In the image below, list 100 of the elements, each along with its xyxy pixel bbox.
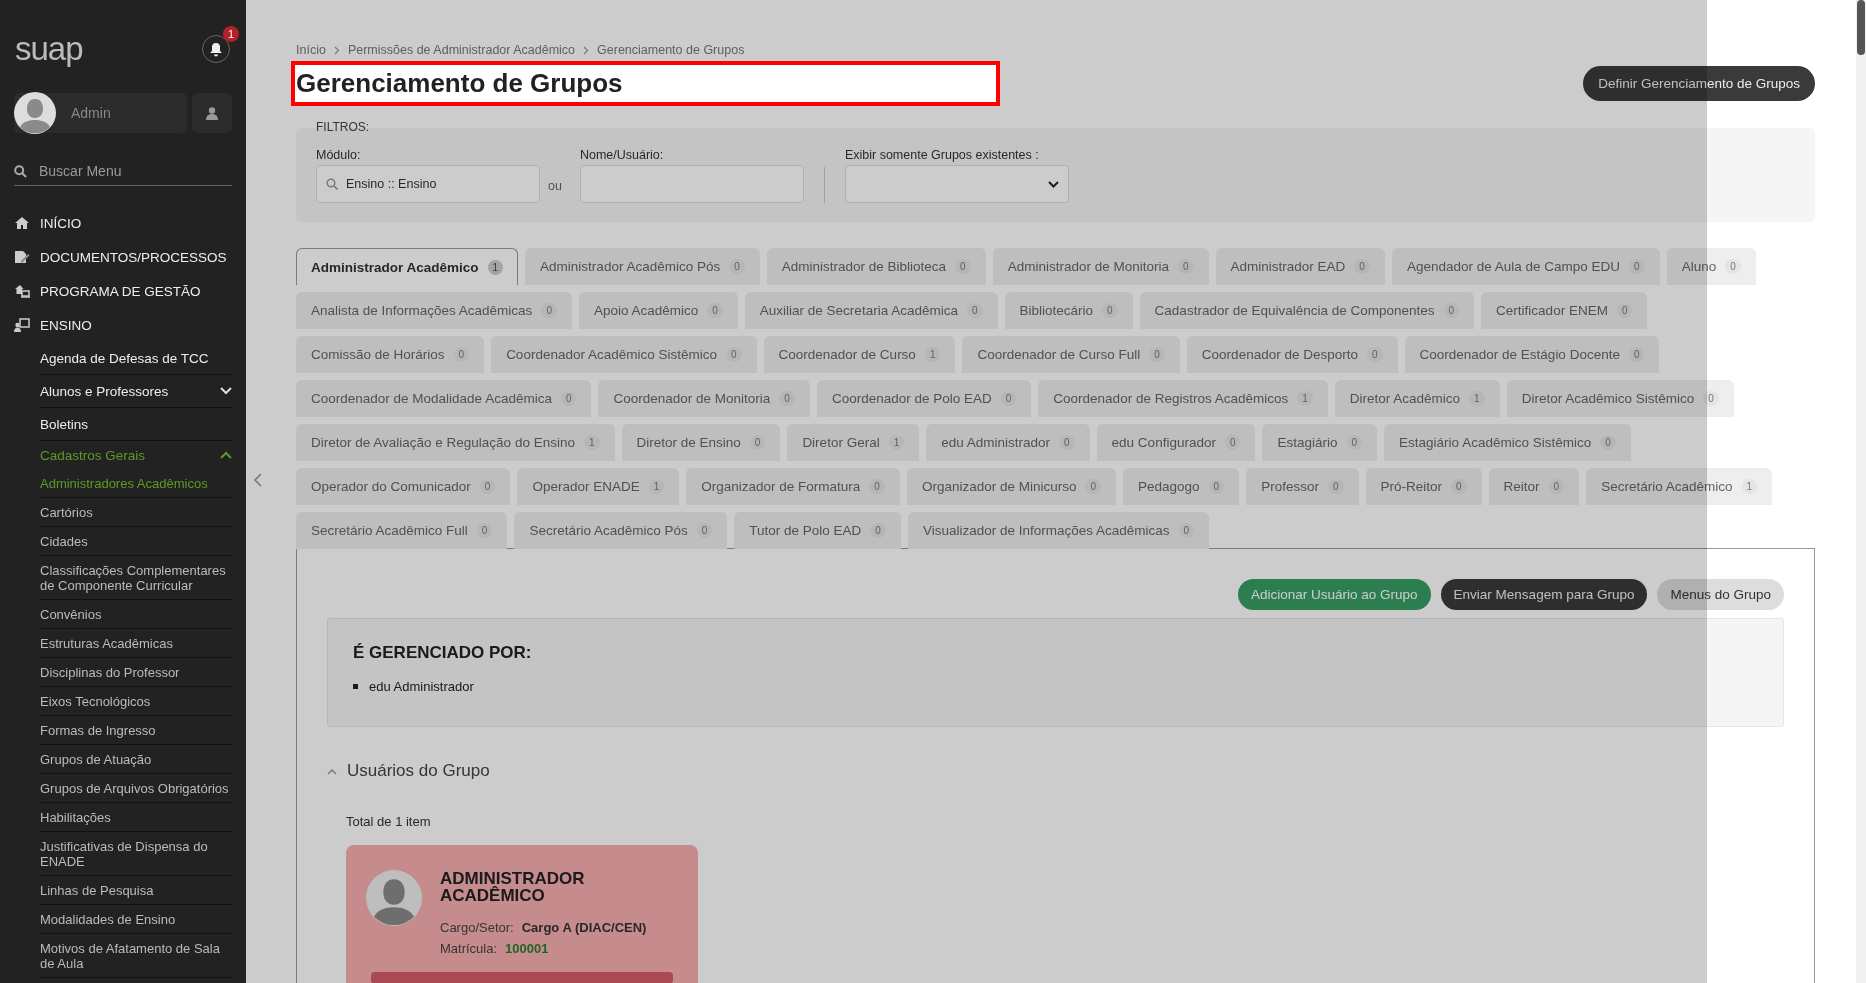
group-tab[interactable]: Diretor Geral 1 [787, 424, 920, 461]
group-tab[interactable]: Administrador Acadêmico Pós 0 [525, 248, 760, 285]
group-tab[interactable]: edu Administrador 0 [926, 424, 1090, 461]
group-tab[interactable]: Administrador EAD 0 [1215, 248, 1385, 285]
group-tab[interactable]: Agendador de Aula de Campo EDU 0 [1391, 248, 1660, 285]
menu-item[interactable]: Habilitações [40, 803, 232, 832]
group-tab[interactable]: Analista de Informações Acadêmicas 0 [296, 292, 572, 329]
group-tab[interactable]: Coordenador de Monitoria 0 [598, 380, 810, 417]
menu-item[interactable]: Cidades [40, 527, 232, 556]
user-link[interactable]: Admin [14, 93, 187, 133]
logo[interactable]: suap [15, 30, 83, 68]
menu-item[interactable]: Eixos Tecnológicos [40, 687, 232, 716]
field-label: Matrícula: [440, 941, 498, 956]
group-tab[interactable]: Estagiário Acadêmico Sistêmico 0 [1384, 424, 1631, 461]
menu-item[interactable]: Justificativas de Dispensa do ENADE [40, 832, 232, 876]
group-tab[interactable]: edu Configurador 0 [1096, 424, 1256, 461]
group-tab[interactable]: Secretário Acadêmico 1 [1586, 468, 1773, 505]
search-field[interactable]: Buscar Menu [39, 163, 219, 179]
field-value: Cargo A (DIAC/CEN) [521, 920, 647, 935]
menu-item[interactable]: Grupos de Atuação [40, 745, 232, 774]
count-badge: 1 [888, 435, 905, 450]
group-tab[interactable]: Secretário Acadêmico Full 0 [296, 512, 508, 549]
menu-item[interactable]: Administradores Acadêmicos [40, 469, 232, 498]
menu-item[interactable]: Classificações Complementares de Componente Curricular [40, 556, 232, 600]
menu-item[interactable]: Modalidades de Ensino [40, 905, 232, 934]
group-tab[interactable]: Pró-Reitor 0 [1365, 468, 1482, 505]
menu-item[interactable]: Disciplinas do Professor [40, 658, 232, 687]
menu-item[interactable]: Motivos de Afatamento de Sala de Aula [40, 934, 232, 978]
count-badge: 1 [487, 259, 504, 275]
or-text: ou [548, 179, 562, 193]
group-tab[interactable]: Bibliotecário 0 [1004, 292, 1133, 329]
group-tab[interactable]: Diretor de Avaliação e Regulação do Ensino 1 [296, 424, 615, 461]
group-tab[interactable]: Administrador de Monitoria 0 [992, 248, 1209, 285]
group-tab[interactable]: Coordenador de Estágio Docente 0 [1404, 336, 1660, 373]
group-tab[interactable]: Reitor 0 [1488, 468, 1580, 505]
group-tab[interactable]: Professor 0 [1246, 468, 1359, 505]
group-action-button[interactable]: Enviar Mensagem para Grupo [1440, 579, 1648, 610]
group-tab[interactable]: Coordenador de Curso Full 0 [962, 336, 1180, 373]
group-tab[interactable]: Aluno 0 [1666, 248, 1756, 285]
group-tab[interactable]: Comissão de Horários 0 [296, 336, 485, 373]
menu-item[interactable]: Boletins [40, 408, 232, 441]
menu-item[interactable]: PROGRAMA DE GESTÃO [14, 274, 232, 308]
menu-item[interactable]: Cadastros Gerais [40, 441, 232, 469]
count-badge: 1 [1741, 479, 1758, 494]
menu-item[interactable]: Convênios [40, 600, 232, 629]
menu-item[interactable]: Cartórios [40, 498, 232, 527]
group-tab[interactable]: Diretor de Ensino 0 [621, 424, 781, 461]
group-tab[interactable]: Coordenador de Registros Acadêmicos 1 [1038, 380, 1328, 417]
menu-item[interactable]: Formas de Ingresso [40, 716, 232, 745]
managed-by-heading: É GERENCIADO POR: [353, 643, 533, 663]
group-tab[interactable]: Pedagogo 0 [1123, 468, 1240, 505]
menu-item[interactable]: ENSINO [14, 308, 232, 342]
count-badge: 0 [966, 303, 983, 318]
group-tab[interactable]: Cadastrador de Equivalência de Componentes 0 [1139, 292, 1475, 329]
breadcrumb-link[interactable]: Início [296, 43, 326, 57]
count-badge: 0 [870, 523, 886, 538]
group-tab[interactable]: Operador do Comunicador 0 [296, 468, 511, 505]
registration-link[interactable]: 100001 [505, 941, 549, 956]
menu-item[interactable]: Agenda de Defesas de TCC [40, 342, 232, 375]
count-badge: 0 [1224, 435, 1241, 450]
menu-item[interactable]: INÍCIO [14, 206, 232, 240]
group-tab[interactable]: Apoio Acadêmico 0 [578, 292, 738, 329]
group-tab[interactable]: Certificador ENEM 0 [1481, 292, 1648, 329]
group-tab[interactable]: Estagiário 0 [1262, 424, 1378, 461]
define-management-button[interactable]: Definir Gerenciamento de Grupos [1583, 66, 1815, 101]
group-action-button[interactable]: Adicionar Usuário ao Grupo [1238, 579, 1431, 610]
menu-item[interactable]: Alunos e Professores [40, 375, 232, 408]
group-tab[interactable]: Operador ENADE 1 [517, 468, 680, 505]
menu-item[interactable]: Estruturas Acadêmicas [40, 629, 232, 658]
group-tab[interactable]: Diretor Acadêmico Sistêmico 0 [1506, 380, 1734, 417]
group-tab[interactable]: Tutor de Polo EAD 0 [734, 512, 901, 549]
group-tab[interactable]: Visualizador de Informações Acadêmicas 0 [907, 512, 1210, 549]
module-field[interactable]: Ensino :: Ensino [316, 165, 540, 203]
group-tab[interactable]: Organizador de Formatura 0 [686, 468, 900, 505]
group-tab[interactable]: Coordenador de Polo EAD 0 [816, 380, 1032, 417]
count-badge: 0 [1346, 435, 1363, 450]
group-tab[interactable]: Diretor Acadêmico 1 [1334, 380, 1500, 417]
menu-item[interactable]: Linhas de Pesquisa [40, 876, 232, 905]
group-tab[interactable]: Coordenador de Modalidade Acadêmica 0 [296, 380, 592, 417]
count-badge: 0 [779, 391, 795, 406]
group-tab[interactable]: Administrador de Biblioteca 0 [766, 248, 986, 285]
group-tab[interactable]: Auxiliar de Secretaria Acadêmica 0 [744, 292, 998, 329]
group-tab[interactable]: Coordenador de Curso 1 [763, 336, 956, 373]
count-badge: 0 [955, 259, 971, 274]
count-badge: 0 [1085, 479, 1102, 494]
group-tab[interactable]: Administrador Acadêmico 1 [296, 248, 519, 285]
count-badge: 0 [1178, 259, 1194, 274]
group-tab[interactable]: Organizador de Minicurso 0 [906, 468, 1117, 505]
count-badge: 0 [707, 303, 723, 318]
users-section-toggle[interactable]: Usuários do Grupo [327, 761, 1784, 781]
group-tab[interactable]: Secretário Acadêmico Pós 0 [514, 512, 728, 549]
count-badge: 0 [1178, 523, 1195, 538]
menu-item[interactable]: DOCUMENTOS/PROCESSOS [14, 240, 232, 274]
breadcrumb-link[interactable]: Permissões de Administrador Acadêmico [347, 43, 576, 57]
count-badge: 0 [1451, 479, 1467, 494]
menu-item[interactable]: Grupos de Arquivos Obrigatórios [40, 774, 232, 803]
group-tab[interactable]: Coordenador de Desporto 0 [1186, 336, 1398, 373]
group-action-button[interactable]: Menus do Grupo [1657, 579, 1784, 610]
group-tab[interactable]: Coordenador Acadêmico Sistêmico 0 [491, 336, 757, 373]
count-badge: 0 [1354, 259, 1370, 274]
